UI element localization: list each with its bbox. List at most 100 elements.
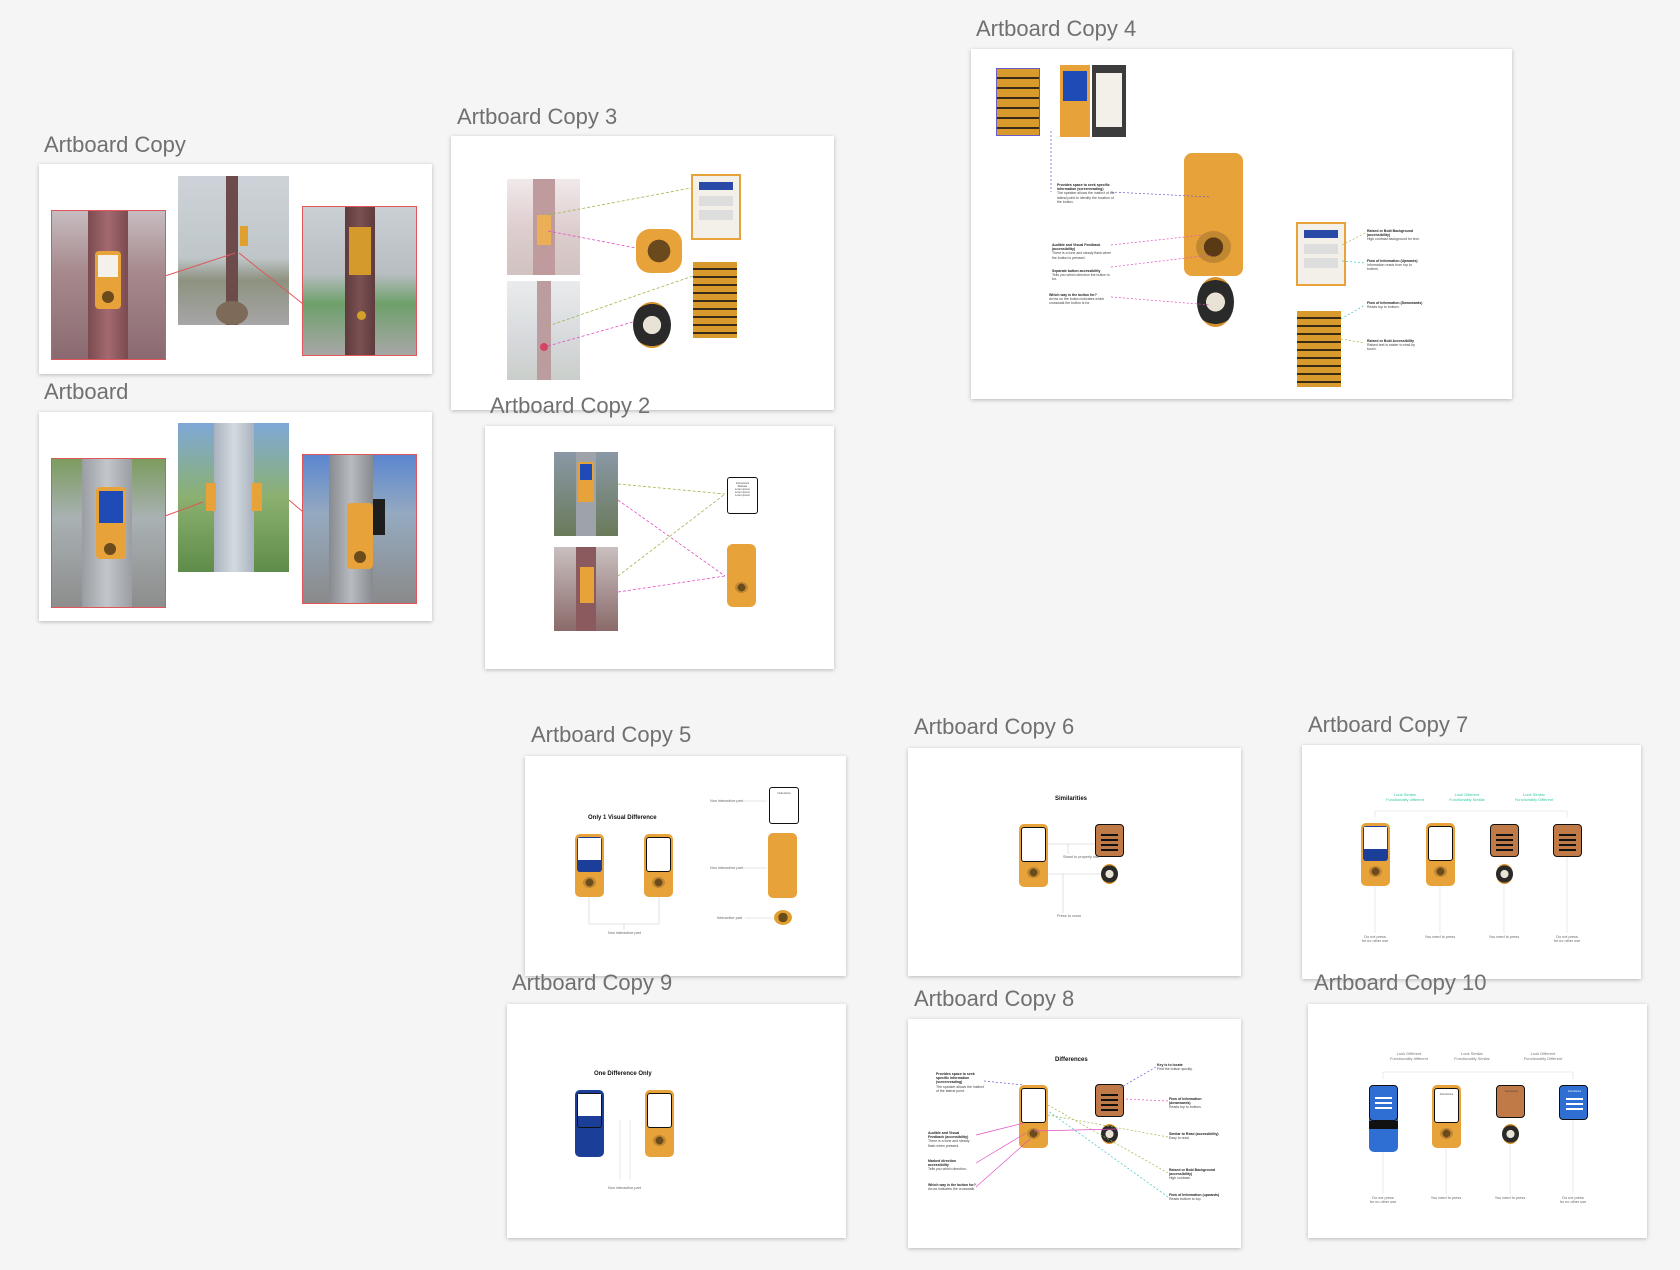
artboard-copy-3-title[interactable]: Artboard Copy 3 <box>457 104 617 130</box>
instruction-card: Instructions <box>769 787 799 824</box>
tag-2: Look Different Functionality Similar <box>1449 792 1485 802</box>
caption-3: You need to press <box>1494 1196 1526 1200</box>
tag-3: Look Different Functionality Different <box>1523 1051 1563 1061</box>
device-white <box>1426 823 1455 886</box>
caption-2: You need to press <box>1424 935 1456 939</box>
push-button-large <box>1184 153 1243 276</box>
pole-photo-right <box>302 206 417 356</box>
blue-sign-photo-small <box>554 452 618 536</box>
artboard-copy-8[interactable]: Differences Provides space to seek speci… <box>908 1019 1241 1248</box>
artboard-copy-title[interactable]: Artboard Copy <box>44 132 186 158</box>
label-mid: Non interactive part <box>710 866 743 870</box>
note-left-2: Audible and Visual Feedback (accessibili… <box>1052 243 1112 260</box>
artboard-copy-4-title[interactable]: Artboard Copy 4 <box>976 16 1136 42</box>
caption-1: Do not press for no other use <box>1369 1196 1397 1204</box>
brown-sign <box>1095 824 1124 857</box>
caption-3: You need to press <box>1488 935 1520 939</box>
heading: Only 1 Visual Difference <box>588 815 657 821</box>
blue-sign-photo-left <box>51 458 166 608</box>
artboard-copy-9-title[interactable]: Artboard Copy 9 <box>512 970 672 996</box>
housing-only <box>768 833 797 898</box>
artboard-copy-5[interactable]: Only 1 Visual Difference Instructions No… <box>525 756 846 976</box>
artboard-copy-4[interactable]: Provides space to seek specific informat… <box>971 49 1512 399</box>
device-white <box>645 1090 674 1157</box>
caption-4: Do not press for no other use <box>1559 1196 1587 1204</box>
device-white <box>1019 1085 1048 1148</box>
brown-sign-1 <box>1490 824 1519 857</box>
note-left-4: Which way is the button for? Arrow on the… <box>1049 293 1105 306</box>
tag-3: Look Similar Functionality Different <box>1514 792 1554 802</box>
artboard-copy-7-title[interactable]: Artboard Copy 7 <box>1308 712 1468 738</box>
guide-lines <box>619 1120 631 1180</box>
brown-sign-2 <box>1553 824 1582 857</box>
blue-sign: Instructions <box>1559 1085 1588 1120</box>
caption-1: Do not press for no other use <box>1361 935 1389 943</box>
device-blue <box>1369 1085 1398 1152</box>
artboard-copy-8-title[interactable]: Artboard Copy 8 <box>914 986 1074 1012</box>
artboard-copy-7[interactable]: Look Similar Functionality different Loo… <box>1302 745 1641 979</box>
artboard[interactable] <box>39 412 432 621</box>
device-white <box>1019 824 1048 887</box>
sign-photo <box>1296 222 1346 286</box>
guide-lines <box>1382 1071 1574 1194</box>
note-left-3: Marked direction accessibility Tells you … <box>928 1159 967 1172</box>
note-right-2: Flow of Information (downwards) Reads top… <box>1169 1097 1202 1110</box>
note-right-3: Similar to Read (accessibility) Easy to r… <box>1169 1132 1219 1141</box>
blue-sign-thumb <box>1060 65 1090 137</box>
braille-sign-photo <box>693 262 737 338</box>
artboard-copy-6-title[interactable]: Artboard Copy 6 <box>914 714 1074 740</box>
artboard-copy-2[interactable]: Instructions Release Lorem ipsum Lorem i… <box>485 426 834 669</box>
device-white: Instructions <box>1432 1085 1461 1148</box>
blue-sign-photo-right <box>302 454 417 604</box>
note-right-1: Key is to locate Find the button quickly. <box>1157 1063 1193 1072</box>
artboard-copy-9[interactable]: One Difference Only Non interactive part <box>507 1004 846 1238</box>
note-left-3: Separate button accessibility Tells you w… <box>1052 269 1110 282</box>
label-bottom: Press to cross <box>1057 914 1082 918</box>
note-left-2: Audible and Visual Feedback (accessibili… <box>928 1131 970 1148</box>
brown-button <box>1101 864 1118 884</box>
artboard-copy-2-title[interactable]: Artboard Copy 2 <box>490 393 650 419</box>
artboard-copy-6[interactable]: Similarities Stand to properly use Press… <box>908 748 1241 976</box>
artboard-copy[interactable] <box>39 164 432 374</box>
push-button-wireframe <box>727 544 756 607</box>
artboard-title[interactable]: Artboard <box>44 379 128 405</box>
heading: Similarities <box>1055 796 1088 802</box>
brown-button <box>1502 1124 1519 1144</box>
brown-sign <box>1095 1084 1124 1117</box>
note-left-4: Which way is the button for? Arrow indica… <box>928 1183 976 1192</box>
braille-sign-photo <box>1297 311 1341 387</box>
label-under: Non interactive part <box>608 1186 641 1190</box>
brown-button <box>1101 1124 1118 1144</box>
sign-thumb-dark <box>1092 65 1126 137</box>
button-photo-orange <box>636 229 682 273</box>
button-photo-dark <box>1197 277 1234 327</box>
pole-photo-small <box>554 547 618 631</box>
button-only <box>774 910 792 925</box>
connector-lines <box>617 483 726 593</box>
artboard-copy-3[interactable] <box>451 136 834 410</box>
braille-sign-thumb <box>996 68 1040 136</box>
artboard-copy-10-title[interactable]: Artboard Copy 10 <box>1314 970 1486 996</box>
device-navy <box>1361 823 1390 886</box>
note-left-1: Provides space to seek specific informat… <box>1057 183 1115 204</box>
pole-photo-faded-bottom <box>507 281 580 380</box>
pole-photo-street <box>178 176 289 325</box>
device-white <box>644 834 673 897</box>
artboard-copy-5-title[interactable]: Artboard Copy 5 <box>531 722 691 748</box>
device-navy <box>575 834 604 897</box>
note-right-3: Flow of Information (Downwards) Reads top… <box>1367 301 1423 310</box>
brown-button <box>1496 864 1513 884</box>
button-photo-dark <box>633 302 671 348</box>
artboard-copy-10[interactable]: Look Different Functionality different L… <box>1308 1004 1647 1238</box>
tag-1: Look Similar Functionality different <box>1386 792 1424 802</box>
label-bottom: Interactive part <box>717 916 743 920</box>
heading: Differences <box>1055 1057 1088 1063</box>
note-right-5: Flow of Information (upwards) Reads botto… <box>1169 1193 1220 1202</box>
note-right-4: Raised or Bold Background (accessibility… <box>1169 1168 1216 1181</box>
note-right-2: Flow of Information (Upwards) Information… <box>1367 259 1418 272</box>
caption-2: You need to press <box>1430 1196 1462 1200</box>
pole-photo-faded-top <box>507 179 580 275</box>
brown-sign: Instructions <box>1496 1085 1525 1118</box>
pole-photo-left <box>51 210 166 360</box>
note-left-1: Provides space to seek specific informat… <box>936 1072 984 1093</box>
